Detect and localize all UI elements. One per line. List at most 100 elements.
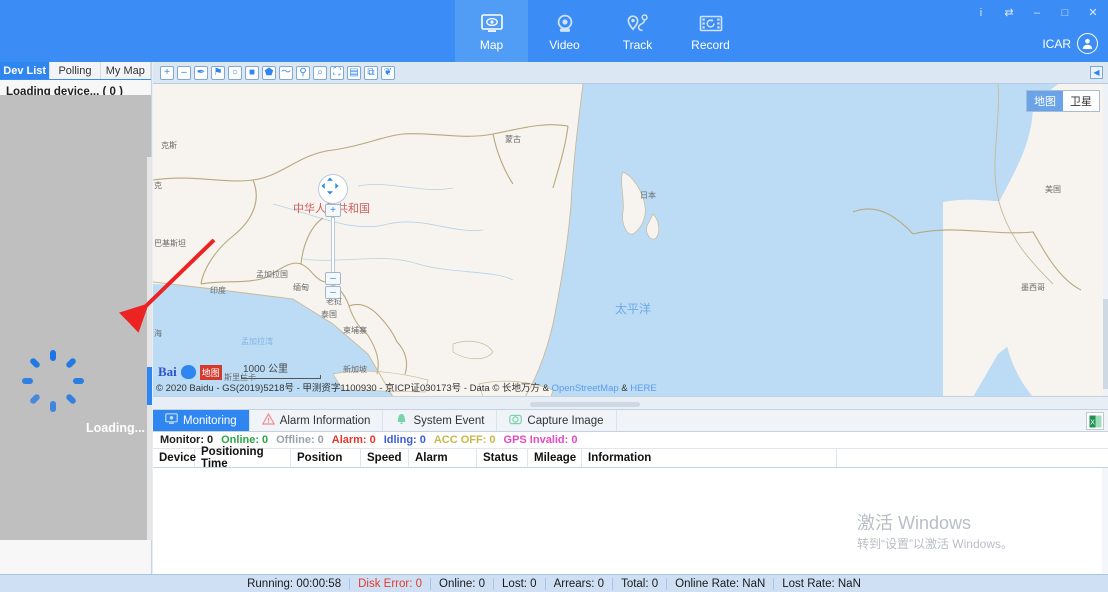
- map-horizontal-scrollbar[interactable]: [530, 402, 640, 407]
- stat-alarm: Alarm: 0: [331, 434, 376, 446]
- excel-export-icon[interactable]: X: [1086, 412, 1104, 430]
- ruler-icon[interactable]: ✒: [194, 65, 208, 80]
- map-toolbar: + – ✒ ⚑ ○ ■ ⬟ 〜 ⚲ ⌕ ⛶ ▤ ⧉ ❦ ◀: [153, 62, 1108, 84]
- circle-draw-icon[interactable]: ○: [228, 65, 242, 80]
- windows-activation-watermark: 激活 Windows 转到“设置”以激活 Windows。: [857, 511, 1013, 553]
- user-area[interactable]: ICAR: [1042, 33, 1098, 54]
- zoom-area-icon[interactable]: ⌕: [313, 65, 327, 80]
- map-label-myanmar: 缅甸: [293, 283, 309, 292]
- sidebar-scrollbar-thumb[interactable]: [147, 367, 152, 405]
- svg-text:X: X: [1090, 419, 1095, 426]
- main-nav: Map Video Track Record: [455, 0, 747, 62]
- stat-gps-invalid: GPS Invalid: 0: [503, 434, 578, 446]
- map-label-cambodia: 柬埔寨: [343, 326, 367, 335]
- map-label-bay-of-bengal: 孟加拉湾: [241, 337, 273, 346]
- film-replay-icon: [699, 11, 723, 37]
- status-online-rate: Online Rate: NaN: [667, 577, 775, 590]
- tab-capture-image[interactable]: Capture Image: [497, 410, 617, 431]
- column-header-information[interactable]: Information: [582, 449, 837, 467]
- baidu-paw-icon: [180, 365, 196, 379]
- map-label-kesi: 克斯: [161, 141, 177, 150]
- minimize-icon[interactable]: –: [1030, 6, 1044, 20]
- save-icon[interactable]: ▤: [347, 65, 361, 80]
- map-type-satellite[interactable]: 卫星: [1063, 91, 1099, 111]
- top-bar: Map Video Track Record i ⇄ – □ ✕ ICAR: [0, 0, 1108, 62]
- polygon-draw-icon[interactable]: ⬟: [262, 65, 276, 80]
- column-header-status[interactable]: Status: [477, 449, 528, 467]
- attribution-text: © 2020 Baidu - GS(2019)5218号 - 甲测资字11009…: [156, 383, 552, 394]
- tab-alarm-information[interactable]: Alarm Information: [250, 410, 384, 431]
- column-header-mileage[interactable]: Mileage: [528, 449, 582, 467]
- nav-item-video[interactable]: Video: [528, 0, 601, 62]
- polyline-draw-icon[interactable]: 〜: [279, 65, 293, 80]
- route-pin-icon: [626, 11, 650, 37]
- map-label-ke: 克: [154, 181, 162, 190]
- monitoring-table-body: 激活 Windows 转到“设置”以激活 Windows。: [153, 468, 1108, 573]
- nav-item-map[interactable]: Map: [455, 0, 528, 62]
- baidu-map-wordmark: 地图: [199, 364, 222, 380]
- flag-marker-icon[interactable]: ⚑: [211, 65, 225, 80]
- warning-icon: [261, 412, 275, 428]
- sidebar: Dev List Polling My Map Loading device..…: [0, 62, 152, 574]
- table-scrollbar[interactable]: [1102, 468, 1108, 573]
- tab-alarm-information-label: Alarm Information: [279, 414, 371, 427]
- status-online: Online: 0: [431, 577, 495, 590]
- map-zoom-handle[interactable]: –: [325, 272, 341, 285]
- status-lost-rate: Lost Rate: NaN: [782, 577, 861, 590]
- search-map-icon[interactable]: ⚲: [296, 65, 310, 80]
- avatar[interactable]: [1077, 33, 1098, 54]
- map-label-japan: 日本: [640, 191, 656, 200]
- maximize-icon[interactable]: □: [1058, 6, 1072, 20]
- panel-collapse-button[interactable]: ◀: [1090, 66, 1103, 79]
- switch-icon[interactable]: ⇄: [1002, 6, 1016, 20]
- status-bar: Running: 00:00:58 Disk Error: 0 Online: …: [0, 574, 1108, 592]
- monitoring-stats: Monitor: 0 Online: 0 Offline: 0 Alarm: 0 Idl…: [153, 432, 1108, 449]
- tab-monitoring[interactable]: Monitoring: [153, 410, 250, 431]
- pin-tool-icon[interactable]: ❦: [381, 65, 395, 80]
- map-canvas[interactable]: 蒙古 克斯 克 中华人民共和国 日本 巴基斯坦 印度 孟加拉国 缅甸 老挝 泰国…: [153, 84, 1108, 397]
- zoom-in-icon[interactable]: +: [160, 65, 174, 80]
- status-arrears: Arrears: 0: [546, 577, 614, 590]
- status-total: Total: 0: [613, 577, 668, 590]
- bottom-panel: Monitoring Alarm Information System Even…: [153, 409, 1108, 574]
- window-icon[interactable]: ⧉: [364, 65, 378, 80]
- sidebar-loading-text: Loading...: [86, 421, 146, 435]
- map-type-standard[interactable]: 地图: [1027, 91, 1063, 111]
- nav-item-record[interactable]: Record: [674, 0, 747, 62]
- sidebar-tab-polling[interactable]: Polling: [50, 62, 101, 79]
- application-window: Map Video Track Record i ⇄ – □ ✕ ICAR De…: [0, 0, 1108, 592]
- tab-monitoring-label: Monitoring: [183, 414, 237, 427]
- sidebar-tab-dev-list[interactable]: Dev List: [0, 62, 51, 79]
- attribution-link-osm[interactable]: OpenStreetMap: [552, 383, 619, 394]
- map-zoom-out-button[interactable]: –: [325, 286, 341, 299]
- close-icon[interactable]: ✕: [1086, 6, 1100, 20]
- tab-system-event-label: System Event: [413, 414, 485, 427]
- map-label-singapore: 新加坡: [343, 365, 367, 374]
- sidebar-scrollbar-track[interactable]: [147, 157, 152, 540]
- watermark-line-1: 激活 Windows: [856, 513, 972, 533]
- baidu-logo[interactable]: Bai 地图: [158, 364, 222, 380]
- column-header-alarm[interactable]: Alarm: [409, 449, 477, 467]
- sidebar-tab-my-map[interactable]: My Map: [100, 62, 151, 79]
- map-attribution: © 2020 Baidu - GS(2019)5218号 - 甲测资字11009…: [156, 380, 657, 394]
- nav-item-track[interactable]: Track: [601, 0, 674, 62]
- sidebar-tabs: Dev List Polling My Map: [0, 62, 151, 80]
- map-zoom-slider[interactable]: + – –: [325, 204, 341, 299]
- info-icon[interactable]: i: [974, 6, 988, 20]
- zoom-out-icon[interactable]: –: [177, 65, 191, 80]
- pan-compass-icon[interactable]: [318, 174, 348, 204]
- column-header-position[interactable]: Position: [291, 449, 361, 467]
- monitoring-table-header: Device Positioning Time Position Speed A…: [153, 446, 1108, 470]
- map-label-mongolia: 蒙古: [505, 135, 521, 144]
- stat-acc-off: ACC OFF: 0: [433, 434, 496, 446]
- column-header-positioning-time[interactable]: Positioning Time: [195, 446, 291, 470]
- map-zoom-in-button[interactable]: +: [325, 204, 341, 217]
- tab-system-event[interactable]: System Event: [383, 410, 498, 431]
- column-header-device[interactable]: Device: [153, 449, 196, 467]
- attribution-link-here[interactable]: HERE: [630, 383, 656, 394]
- column-header-speed[interactable]: Speed: [361, 449, 409, 467]
- map-scrollbar-thumb[interactable]: [1103, 299, 1108, 389]
- fullscreen-icon[interactable]: ⛶: [330, 65, 344, 80]
- map-label-mexico: 墨西哥: [1021, 283, 1045, 292]
- rectangle-draw-icon[interactable]: ■: [245, 65, 259, 80]
